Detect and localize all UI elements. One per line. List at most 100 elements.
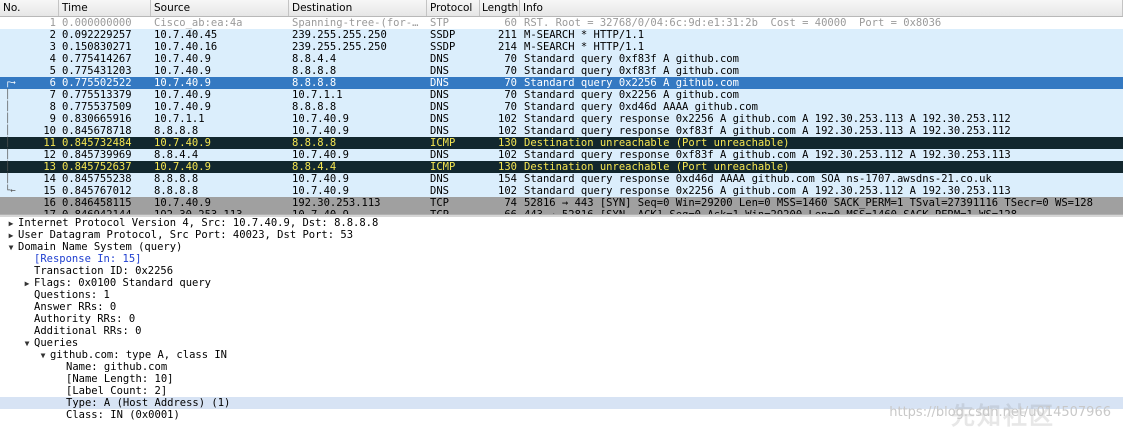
response-in-link[interactable]: [Response In: 15]	[34, 253, 141, 265]
packet-row[interactable]: 16 0.846458115 10.7.40.9 192.30.253.113 TCP 7…	[0, 197, 1123, 209]
related-packet-indicator	[5, 53, 17, 65]
packet-source: Cisco_ab:ea:4a	[154, 17, 243, 29]
tree-node[interactable]: [Name Length: 10]	[0, 373, 1123, 385]
packet-length: 214	[498, 41, 517, 53]
packet-time: 0.845752637	[62, 161, 132, 173]
tree-node[interactable]: ▼ Domain Name System (query)	[0, 241, 1123, 253]
packet-row[interactable]: 13 0.845752637 10.7.40.9 8.8.4.4 ICMP 130 Dest…	[0, 161, 1123, 173]
packet-length: 70	[504, 101, 517, 113]
packet-list-header: No. Time Source Destination Protocol Len…	[0, 0, 1123, 17]
packet-row[interactable]: 7 0.775513379 10.7.40.9 10.7.1.1 DNS 70 Standa…	[0, 89, 1123, 101]
packet-protocol: TCP	[430, 197, 449, 209]
packet-row[interactable]: 1 0.000000000 Cisco_ab:ea:4a Spanning-tree-…	[0, 17, 1123, 29]
packet-row[interactable]: 4 0.775414267 10.7.40.9 8.8.4.4 DNS 70 Standar…	[0, 53, 1123, 65]
packet-protocol: DNS	[430, 185, 449, 197]
packet-row[interactable]: 3 0.150830271 10.7.40.16 239.255.255.250 SSD…	[0, 41, 1123, 53]
packet-time: 0.775537509	[62, 101, 132, 113]
packet-row[interactable]: 11 0.845732484 10.7.40.9 8.8.8.8 ICMP 130 Dest…	[0, 137, 1123, 149]
packet-source: 8.8.8.8	[154, 125, 199, 137]
related-packet-indicator	[5, 29, 17, 41]
tree-node[interactable]: ▶ Internet Protocol Version 4, Src: 10.7.…	[0, 217, 1123, 229]
packet-protocol: STP	[430, 17, 449, 29]
packet-info: Standard query response 0xd46d AAAA gith…	[524, 173, 992, 185]
packet-info: Standard query 0xd46d AAAA github.com	[524, 101, 758, 113]
tree-node[interactable]: ▼ Queries	[0, 337, 1123, 349]
tree-node[interactable]: Additional RRs: 0	[0, 325, 1123, 337]
packet-source: 10.7.40.9	[154, 53, 211, 65]
packet-protocol: DNS	[430, 101, 449, 113]
tree-node-label: Answer RRs: 0	[34, 301, 117, 313]
packet-row[interactable]: 2 0.092229257 10.7.40.45 239.255.255.250 SSD…	[0, 29, 1123, 41]
packet-length: 211	[498, 29, 517, 41]
column-header-no[interactable]: No.	[0, 0, 59, 16]
packet-source: 10.7.40.9	[154, 137, 211, 149]
tree-node-label: [Label Count: 2]	[66, 385, 168, 397]
details-nodes: ▶ Internet Protocol Version 4, Src: 10.7.…	[0, 217, 1123, 421]
tree-node-label: Domain Name System (query)	[18, 241, 183, 253]
packet-row[interactable]: 8 0.775537509 10.7.40.9 8.8.8.8 DNS 70 Standar…	[0, 101, 1123, 113]
column-header-source[interactable]: Source	[151, 0, 289, 16]
packet-destination: 239.255.255.250	[292, 41, 387, 53]
packet-source: 10.7.40.9	[154, 77, 211, 89]
packet-source: 10.7.40.9	[154, 65, 211, 77]
packet-protocol: DNS	[430, 125, 449, 137]
packet-length: 70	[504, 65, 517, 77]
packet-rows: 1 0.000000000 Cisco_ab:ea:4a Spanning-tree-…	[0, 17, 1123, 214]
packet-source: 8.8.8.8	[154, 185, 199, 197]
packet-info: Standard query 0x2256 A github.com	[524, 77, 739, 89]
tree-node-label: Authority RRs: 0	[34, 313, 136, 325]
packet-list[interactable]: No. Time Source Destination Protocol Len…	[0, 0, 1123, 214]
column-header-protocol[interactable]: Protocol	[427, 0, 480, 16]
tree-node[interactable]: Transaction ID: 0x2256	[0, 265, 1123, 277]
packet-time: 0.000000000	[62, 17, 132, 29]
related-packet-indicator: └←	[5, 186, 16, 196]
packet-destination: 239.255.255.250	[292, 29, 387, 41]
packet-time: 0.845732484	[62, 137, 132, 149]
tree-node-label: [Name Length: 10]	[66, 373, 174, 385]
packet-source: 10.7.1.1	[154, 113, 205, 125]
tree-node[interactable]: ▶ Flags: 0x0100 Standard query	[0, 277, 1123, 289]
packet-row[interactable]: 10 0.845678718 8.8.8.8 10.7.40.9 DNS 102 Stand…	[0, 125, 1123, 137]
packet-destination: 8.8.8.8	[292, 77, 337, 89]
related-packet-indicator: │	[5, 102, 11, 112]
tree-node[interactable]: [Response In: 15]	[0, 253, 1123, 265]
packet-row[interactable]: 12 0.845739969 8.8.4.4 10.7.40.9 DNS 102 Stand…	[0, 149, 1123, 161]
packet-time: 0.775513379	[62, 89, 132, 101]
packet-row[interactable]: 6 0.775502522 10.7.40.9 8.8.8.8 DNS 70 Standar…	[0, 77, 1123, 89]
packet-row[interactable]: 5 0.775431203 10.7.40.9 8.8.8.8 DNS 70 Standar…	[0, 65, 1123, 77]
column-header-destination[interactable]: Destination	[289, 0, 427, 16]
packet-row[interactable]: 14 0.845755238 8.8.8.8 10.7.40.9 DNS 154 Stand…	[0, 173, 1123, 185]
tree-node[interactable]: Authority RRs: 0	[0, 313, 1123, 325]
packet-length: 102	[498, 185, 517, 197]
tree-node[interactable]: Name: github.com	[0, 361, 1123, 373]
packet-length: 70	[504, 89, 517, 101]
packet-time: 0.775502522	[62, 77, 132, 89]
packet-row[interactable]: 15 0.845767012 8.8.8.8 10.7.40.9 DNS 102 Stand…	[0, 185, 1123, 197]
tree-node-label: Additional RRs: 0	[34, 325, 142, 337]
tree-node-label: github.com: type A, class IN	[50, 349, 228, 361]
tree-node-label: Queries	[34, 337, 79, 349]
tree-node[interactable]: ▶ User Datagram Protocol, Src Port: 40023…	[0, 229, 1123, 241]
column-header-time[interactable]: Time	[59, 0, 151, 16]
tree-node[interactable]: ▼ github.com: type A, class IN	[0, 349, 1123, 361]
tree-node-label: Questions: 1	[34, 289, 110, 301]
tree-node[interactable]: Answer RRs: 0	[0, 301, 1123, 313]
tree-node[interactable]: Questions: 1	[0, 289, 1123, 301]
packet-info: RST. Root = 32768/0/04:6c:9d:e1:31:2b Co…	[524, 17, 942, 29]
related-packet-indicator: │	[5, 114, 11, 124]
packet-destination: 10.7.40.9	[292, 149, 349, 161]
column-header-info[interactable]: Info	[520, 0, 1123, 16]
packet-time: 0.845767012	[62, 185, 132, 197]
column-header-length[interactable]: Length	[480, 0, 520, 16]
packet-time: 0.830665916	[62, 113, 132, 125]
packet-time: 0.775431203	[62, 65, 132, 77]
packet-info: M-SEARCH * HTTP/1.1	[524, 29, 645, 41]
packet-time: 0.092229257	[62, 29, 132, 41]
packet-protocol: SSDP	[430, 41, 456, 53]
tree-node-label: Internet Protocol Version 4, Src: 10.7.4…	[18, 217, 379, 229]
packet-protocol: DNS	[430, 173, 449, 185]
related-packet-indicator	[5, 65, 17, 77]
packet-protocol: SSDP	[430, 29, 456, 41]
packet-row[interactable]: 9 0.830665916 10.7.1.1 10.7.40.9 DNS 102 Stand…	[0, 113, 1123, 125]
packet-details-tree[interactable]: ▶ Internet Protocol Version 4, Src: 10.7.…	[0, 217, 1123, 430]
